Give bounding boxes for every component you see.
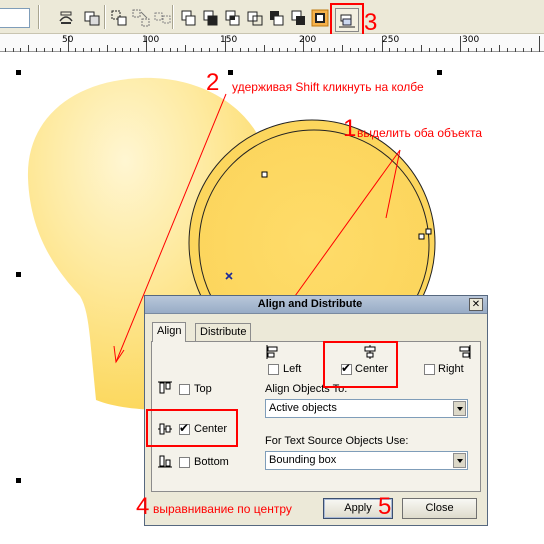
align-right-icon xyxy=(456,344,472,360)
dialog-title: Align and Distribute xyxy=(257,298,363,310)
weld-icon[interactable] xyxy=(178,7,200,29)
chevron-down-icon[interactable] xyxy=(453,401,466,416)
step3-number: 3 xyxy=(364,9,378,36)
step5-number: 5 xyxy=(378,493,392,520)
align-bottom-checkbox[interactable] xyxy=(179,457,190,468)
chevron-down-icon[interactable] xyxy=(453,453,466,468)
align-left-checkbox[interactable] xyxy=(268,364,279,375)
front-minus-back-icon[interactable] xyxy=(266,7,288,29)
align-top-label: Top xyxy=(194,383,212,395)
property-toolbar xyxy=(0,0,544,34)
text-source-value: Bounding box xyxy=(269,454,337,466)
align-objects-to-select[interactable]: Active objects xyxy=(265,399,468,418)
align-right-checkbox[interactable] xyxy=(424,364,435,375)
tab-align[interactable]: Align xyxy=(152,322,187,342)
toolbar-separator xyxy=(172,5,174,29)
close-icon[interactable]: ✕ xyxy=(469,298,483,311)
trim-icon[interactable] xyxy=(200,7,222,29)
back-minus-front-icon[interactable] xyxy=(288,7,310,29)
step4-text: выравнивание по центру xyxy=(153,502,292,516)
wrap-paragraph-icon[interactable] xyxy=(55,7,77,29)
toolbar-separator xyxy=(38,5,40,29)
step4-number: 4 xyxy=(136,493,150,520)
align-right-label: Right xyxy=(438,363,464,375)
horizontal-ruler: 50 100 150 200 250 300 xyxy=(0,34,544,52)
step2-text: удерживая Shift кликнуть на колбе xyxy=(232,80,424,94)
ruler-label-250: 250 xyxy=(382,35,400,45)
value-field[interactable] xyxy=(0,8,30,28)
highlight-align-button xyxy=(330,3,364,38)
ruler-label-100: 100 xyxy=(142,35,160,45)
align-left-icon xyxy=(265,344,281,360)
align-bottom-label: Bottom xyxy=(194,456,229,468)
align-top-icon xyxy=(157,380,173,396)
tab-distribute[interactable]: Distribute xyxy=(195,323,252,341)
ruler-label-150: 150 xyxy=(220,35,238,45)
ruler-label-300: 300 xyxy=(462,35,480,45)
ruler-label-50: 50 xyxy=(62,35,74,45)
highlight-center-horizontal xyxy=(323,341,398,388)
group-icon[interactable] xyxy=(81,7,103,29)
toolbar-separator xyxy=(104,5,106,29)
align-objects-to-value: Active objects xyxy=(269,402,337,414)
align-top-checkbox[interactable] xyxy=(179,384,190,395)
combine-icon[interactable] xyxy=(152,7,174,29)
highlight-center-vertical xyxy=(146,409,238,447)
step1-number: 1 xyxy=(343,115,357,142)
text-source-label: For Text Source Objects Use: xyxy=(265,435,409,447)
align-bottom-icon xyxy=(157,453,173,469)
text-source-select[interactable]: Bounding box xyxy=(265,451,468,470)
create-boundary-icon[interactable] xyxy=(309,7,331,29)
step2-number: 2 xyxy=(206,69,220,96)
close-button[interactable]: Close xyxy=(402,498,477,519)
simplify-icon[interactable] xyxy=(244,7,266,29)
align-left-label: Left xyxy=(283,363,302,375)
intersect-icon[interactable] xyxy=(222,7,244,29)
ungroup-icon[interactable] xyxy=(108,7,130,29)
ruler-label-200: 200 xyxy=(299,35,317,45)
step1-text: выделить оба объекта xyxy=(357,126,483,140)
ungroup-all-icon[interactable] xyxy=(130,7,152,29)
dialog-titlebar[interactable]: Align and Distribute ✕ xyxy=(145,296,487,314)
